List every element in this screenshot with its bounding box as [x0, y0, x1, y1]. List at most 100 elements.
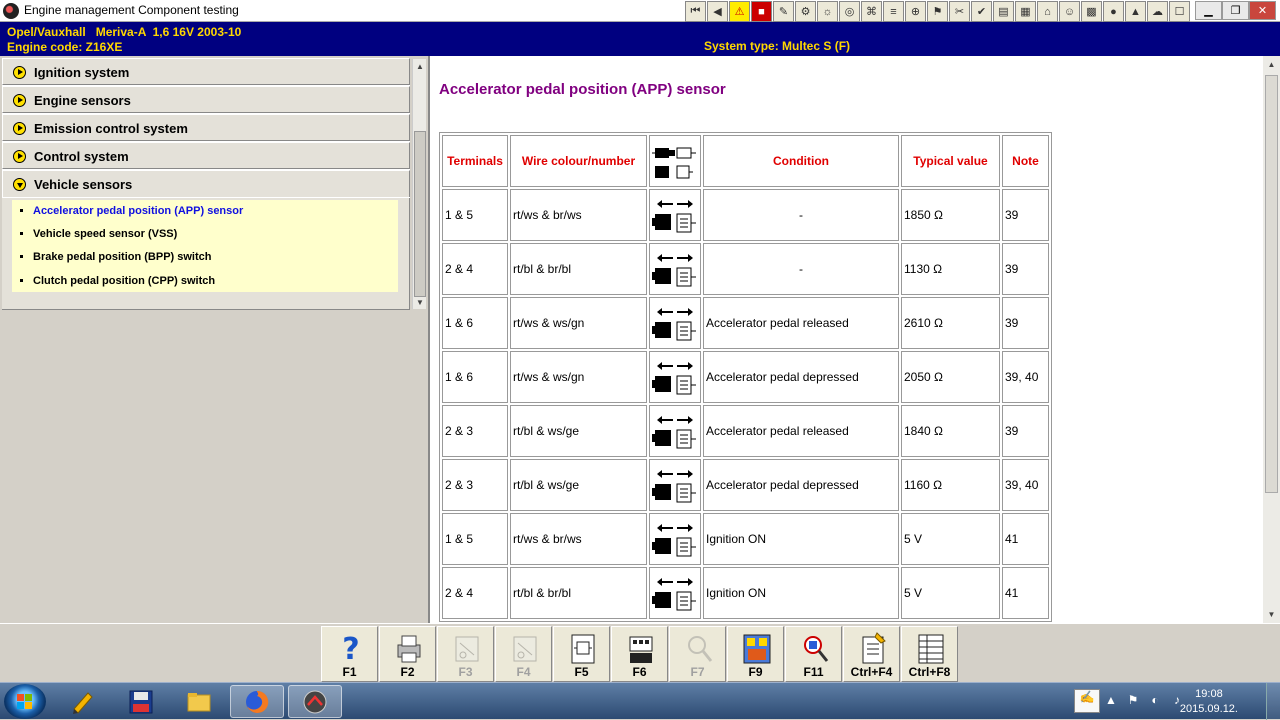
taskbar-app-firefox[interactable]	[230, 685, 284, 718]
tool-icon-17[interactable]: ▲	[1125, 1, 1146, 22]
restore-button[interactable]: ❐	[1222, 1, 1249, 20]
top-toolbar: ⏮ ◀ ⚠ ■ ✎ ⚙ ☼ ◎ ⌘ ≡ ⊕ ⚑ ✂ ✔ ▤ ▦ ⌂ ☺ ▩ ● …	[685, 1, 1190, 22]
left-navigation-panel: Ignition system Engine sensors Emission …	[0, 56, 428, 623]
tool-icon-4[interactable]: ◎	[839, 1, 860, 22]
tool-icon-18[interactable]: ☁	[1147, 1, 1168, 22]
taskbar-app-explorer[interactable]	[172, 685, 226, 718]
close-button[interactable]: ✕	[1249, 1, 1276, 20]
multimeter-probe-icon	[652, 254, 696, 287]
function-key-f2[interactable]: F2	[379, 626, 436, 682]
tool-icon-1[interactable]: ✎	[773, 1, 794, 22]
function-key-f9[interactable]: F9	[727, 626, 784, 682]
cell-condition: -	[703, 189, 899, 241]
scroll-up-icon[interactable]: ▲	[413, 59, 427, 73]
stop-icon[interactable]: ■	[751, 1, 772, 22]
previous-icon[interactable]: ◀	[707, 1, 728, 22]
cell-terminals: 1 & 5	[442, 189, 508, 241]
taskbar-app-save[interactable]	[114, 685, 168, 718]
section-menu: Ignition system Engine sensors Emission …	[2, 58, 410, 310]
taskbar-app-autodata[interactable]	[288, 685, 342, 718]
function-key-f1[interactable]: ? F1	[321, 626, 378, 682]
minimize-button[interactable]: ▁	[1195, 1, 1222, 20]
tool-icon-12[interactable]: ▦	[1015, 1, 1036, 22]
cell-probe-icon	[649, 567, 701, 619]
page-title: Accelerator pedal position (APP) sensor	[439, 81, 726, 98]
menu-item-control-system[interactable]: Control system	[2, 142, 410, 169]
cell-terminals: 1 & 6	[442, 297, 508, 349]
scroll-thumb[interactable]	[414, 131, 426, 297]
function-key-label: F4	[516, 665, 531, 679]
scroll-thumb[interactable]	[1265, 75, 1278, 493]
bullet-icon	[20, 279, 23, 282]
function-key-f5[interactable]: F5	[553, 626, 610, 682]
pen-input-icon[interactable]: ✍	[1074, 689, 1100, 713]
engine-code: Engine code: Z16XE	[7, 40, 123, 54]
cell-typical-value: 5 V	[901, 513, 1000, 565]
tool-icon-15[interactable]: ▩	[1081, 1, 1102, 22]
firefox-icon	[246, 690, 269, 713]
action-center-flag-icon[interactable]: ⚑	[1126, 693, 1140, 707]
tool-icon-6[interactable]: ≡	[883, 1, 904, 22]
function-key-label: F7	[690, 665, 705, 679]
tool-icon-16[interactable]: ●	[1103, 1, 1124, 22]
tool-icon-19[interactable]: ☐	[1169, 1, 1190, 22]
scroll-down-icon[interactable]: ▼	[413, 295, 427, 309]
svg-text:?: ?	[342, 632, 359, 665]
scroll-up-icon[interactable]: ▲	[1263, 56, 1280, 73]
menu-item-emission-control[interactable]: Emission control system	[2, 114, 410, 141]
windows-logo-icon	[17, 694, 32, 709]
clock-date: 2015.09.12.	[1179, 703, 1238, 715]
tool-icon-2[interactable]: ⚙	[795, 1, 816, 22]
function-key-label: F9	[748, 665, 763, 679]
start-button[interactable]	[4, 684, 46, 719]
vehicle-model: Opel/Vauxhall Meriva-A 1,6 16V 2003-10	[7, 25, 242, 39]
tool-icon-7[interactable]: ⊕	[905, 1, 926, 22]
cell-note: 41	[1002, 567, 1049, 619]
cell-terminals: 1 & 6	[442, 351, 508, 403]
clock-time: 19:08	[1195, 688, 1223, 700]
cell-condition: Accelerator pedal released	[703, 297, 899, 349]
tool-icon-13[interactable]: ⌂	[1037, 1, 1058, 22]
table-row: 2 & 4 rt/bl & br/bl Ignition ON 5 V 41	[442, 567, 1049, 619]
content-panel: Accelerator pedal position (APP) sensor …	[428, 56, 1280, 623]
tool-icon-10[interactable]: ✔	[971, 1, 992, 22]
function-key-ctrl-f8[interactable]: Ctrl+F8	[901, 626, 958, 682]
cell-wire-colour: rt/ws & br/ws	[510, 513, 647, 565]
system-clock[interactable]: 19:08 2015.09.12.	[1180, 687, 1238, 717]
network-icon[interactable]: ◐	[1148, 693, 1162, 707]
cell-typical-value: 1160 Ω	[901, 459, 1000, 511]
tool-icon-3[interactable]: ☼	[817, 1, 838, 22]
warning-icon[interactable]: ⚠	[729, 1, 750, 22]
tool-icon-11[interactable]: ▤	[993, 1, 1014, 22]
tool-icon-8[interactable]: ⚑	[927, 1, 948, 22]
tool-icon-9[interactable]: ✂	[949, 1, 970, 22]
header-note: Note	[1002, 135, 1049, 187]
menu-item-vehicle-sensors[interactable]: Vehicle sensors	[2, 170, 410, 197]
tool-icon-5[interactable]: ⌘	[861, 1, 882, 22]
bullet-icon	[20, 255, 23, 258]
left-scrollbar[interactable]: ▲ ▼	[412, 59, 426, 309]
multimeter-probe-icon	[652, 470, 696, 503]
arrow-right-icon	[13, 66, 26, 79]
function-key-ctrl-f4[interactable]: Ctrl+F4	[843, 626, 900, 682]
cell-wire-colour: rt/bl & ws/ge	[510, 459, 647, 511]
cell-probe-icon	[649, 243, 701, 295]
menu-item-ignition-system[interactable]: Ignition system	[2, 58, 410, 85]
cell-wire-colour: rt/ws & ws/gn	[510, 297, 647, 349]
function-key-f4: F4	[495, 626, 552, 682]
test-values-table: Terminals Wire colour/number Condition T…	[439, 132, 1052, 622]
content-scrollbar[interactable]: ▲ ▼	[1263, 56, 1280, 623]
first-record-icon[interactable]: ⏮	[685, 1, 706, 22]
cell-probe-icon	[649, 351, 701, 403]
menu-item-engine-sensors[interactable]: Engine sensors	[2, 86, 410, 113]
tool-icon-14[interactable]: ☺	[1059, 1, 1080, 22]
title-bar: Engine management Component testing ⏮ ◀ …	[0, 0, 1280, 22]
scroll-down-icon[interactable]: ▼	[1263, 606, 1280, 623]
cell-wire-colour: rt/bl & br/bl	[510, 567, 647, 619]
show-hidden-icons-icon[interactable]: ▲	[1104, 693, 1118, 707]
function-key-f11[interactable]: F11	[785, 626, 842, 682]
taskbar-app-tools[interactable]	[56, 685, 110, 718]
function-key-f6[interactable]: F6	[611, 626, 668, 682]
table-body: 1 & 5 rt/ws & br/ws - 1850 Ω 39 2 & 4 rt…	[442, 189, 1049, 619]
show-desktop-button[interactable]	[1266, 683, 1280, 720]
